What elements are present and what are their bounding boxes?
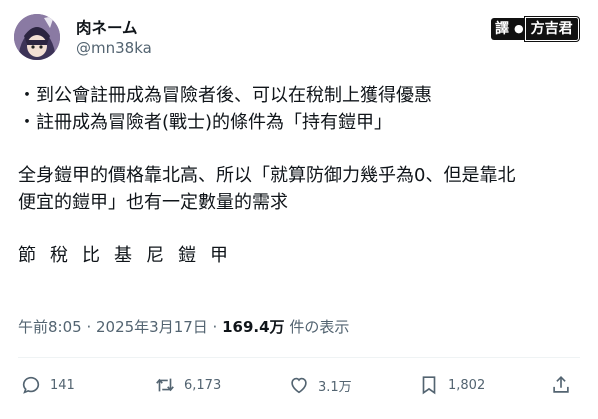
views-label: 件の表示 <box>284 318 350 336</box>
author-name[interactable]: 肉ネーム <box>76 16 138 38</box>
repost-button[interactable]: 6,173 <box>154 374 221 396</box>
heart-icon <box>291 377 307 394</box>
repost-count: 6,173 <box>184 377 222 393</box>
watermark-part1: 譯 <box>491 18 513 40</box>
bookmark-count: 1,802 <box>448 377 486 393</box>
timestamp-link[interactable]: 午前8:05 · 2025年3月17日 · <box>18 318 222 336</box>
post-line-spaced: 節稅比基尼鎧甲 <box>18 245 242 266</box>
post-line: ・到公會註冊成為冒險者後、可以在稅制上獲得優惠 <box>18 85 432 106</box>
share-icon <box>553 376 569 393</box>
like-button[interactable]: 3.1万 <box>288 374 352 396</box>
action-bar: 141 6,173 3.1万 1,802 <box>18 374 578 406</box>
bookmark-button[interactable]: 1,802 <box>418 374 485 396</box>
post-line: 全身鎧甲的價格靠北高、所以「就算防御力幾乎為0、但是靠北 <box>18 165 516 186</box>
post-text: ・到公會註冊成為冒險者後、可以在稅制上獲得優惠 ・註冊成為冒險者(戰士)的條件為… <box>18 82 584 269</box>
reply-count: 141 <box>50 377 75 393</box>
like-count: 3.1万 <box>318 379 352 395</box>
post-line: ・註冊成為冒險者(戰士)的條件為「持有鎧甲」 <box>18 112 393 133</box>
avatar-image <box>14 14 60 60</box>
repost-icon <box>156 378 174 392</box>
author-handle[interactable]: @mn38ka <box>76 39 152 57</box>
divider <box>18 357 580 358</box>
share-button[interactable] <box>550 374 572 396</box>
watermark-part2: 方吉君 <box>523 16 580 42</box>
reply-icon <box>22 376 40 394</box>
watermark-stamp: 譯 ● 方吉君 <box>491 16 580 42</box>
avatar[interactable] <box>14 14 60 60</box>
bookmark-icon <box>422 376 436 395</box>
reply-button[interactable]: 141 <box>20 374 75 396</box>
views-count: 169.4万 <box>222 318 285 336</box>
watermark-dot: ● <box>513 18 525 40</box>
post-line: 便宜的鎧甲」也有一定數量的需求 <box>18 192 288 213</box>
post-meta: 午前8:05 · 2025年3月17日 · 169.4万 件の表示 <box>18 316 349 337</box>
